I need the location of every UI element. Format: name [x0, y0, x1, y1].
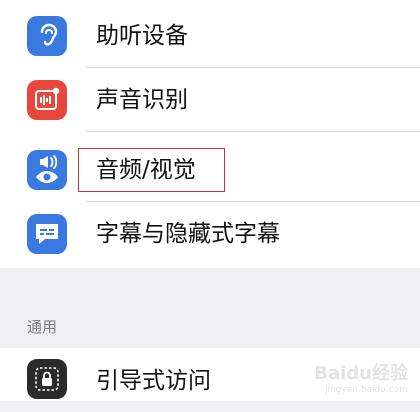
row-divider — [86, 131, 420, 132]
baidu-watermark: Baidu经验 jingyan.baidu.com — [314, 359, 408, 395]
guided-access-icon — [27, 359, 67, 399]
ear-icon — [27, 16, 67, 56]
highlight-annotation-box — [78, 148, 225, 192]
subtitles-captioning-label: 字幕与隐藏式字幕 — [96, 221, 280, 247]
row-sound-recognition[interactable]: 声音识别 — [0, 68, 420, 132]
accessibility-settings-screen: 助听设备 声音识别 音频/视觉 字幕与隐藏式字幕 通用 引导式访问 Baidu经… — [0, 0, 420, 401]
row-hearing-devices[interactable]: 助听设备 — [0, 4, 420, 68]
hearing-devices-label: 助听设备 — [96, 23, 188, 49]
watermark-text: Baidu经验 — [314, 363, 408, 384]
sound-recognition-label: 声音识别 — [96, 87, 188, 113]
subtitles-icon — [27, 214, 67, 254]
section-header-general: 通用 — [27, 318, 58, 336]
audio-visual-icon — [27, 150, 67, 190]
guided-access-label: 引导式访问 — [96, 368, 211, 394]
hearing-settings-group: 助听设备 声音识别 音频/视觉 字幕与隐藏式字幕 — [0, 0, 420, 268]
sound-recognition-icon — [27, 80, 67, 120]
row-subtitles-captioning[interactable]: 字幕与隐藏式字幕 — [0, 202, 420, 266]
watermark-url: jingyan.baidu.com — [324, 385, 408, 395]
